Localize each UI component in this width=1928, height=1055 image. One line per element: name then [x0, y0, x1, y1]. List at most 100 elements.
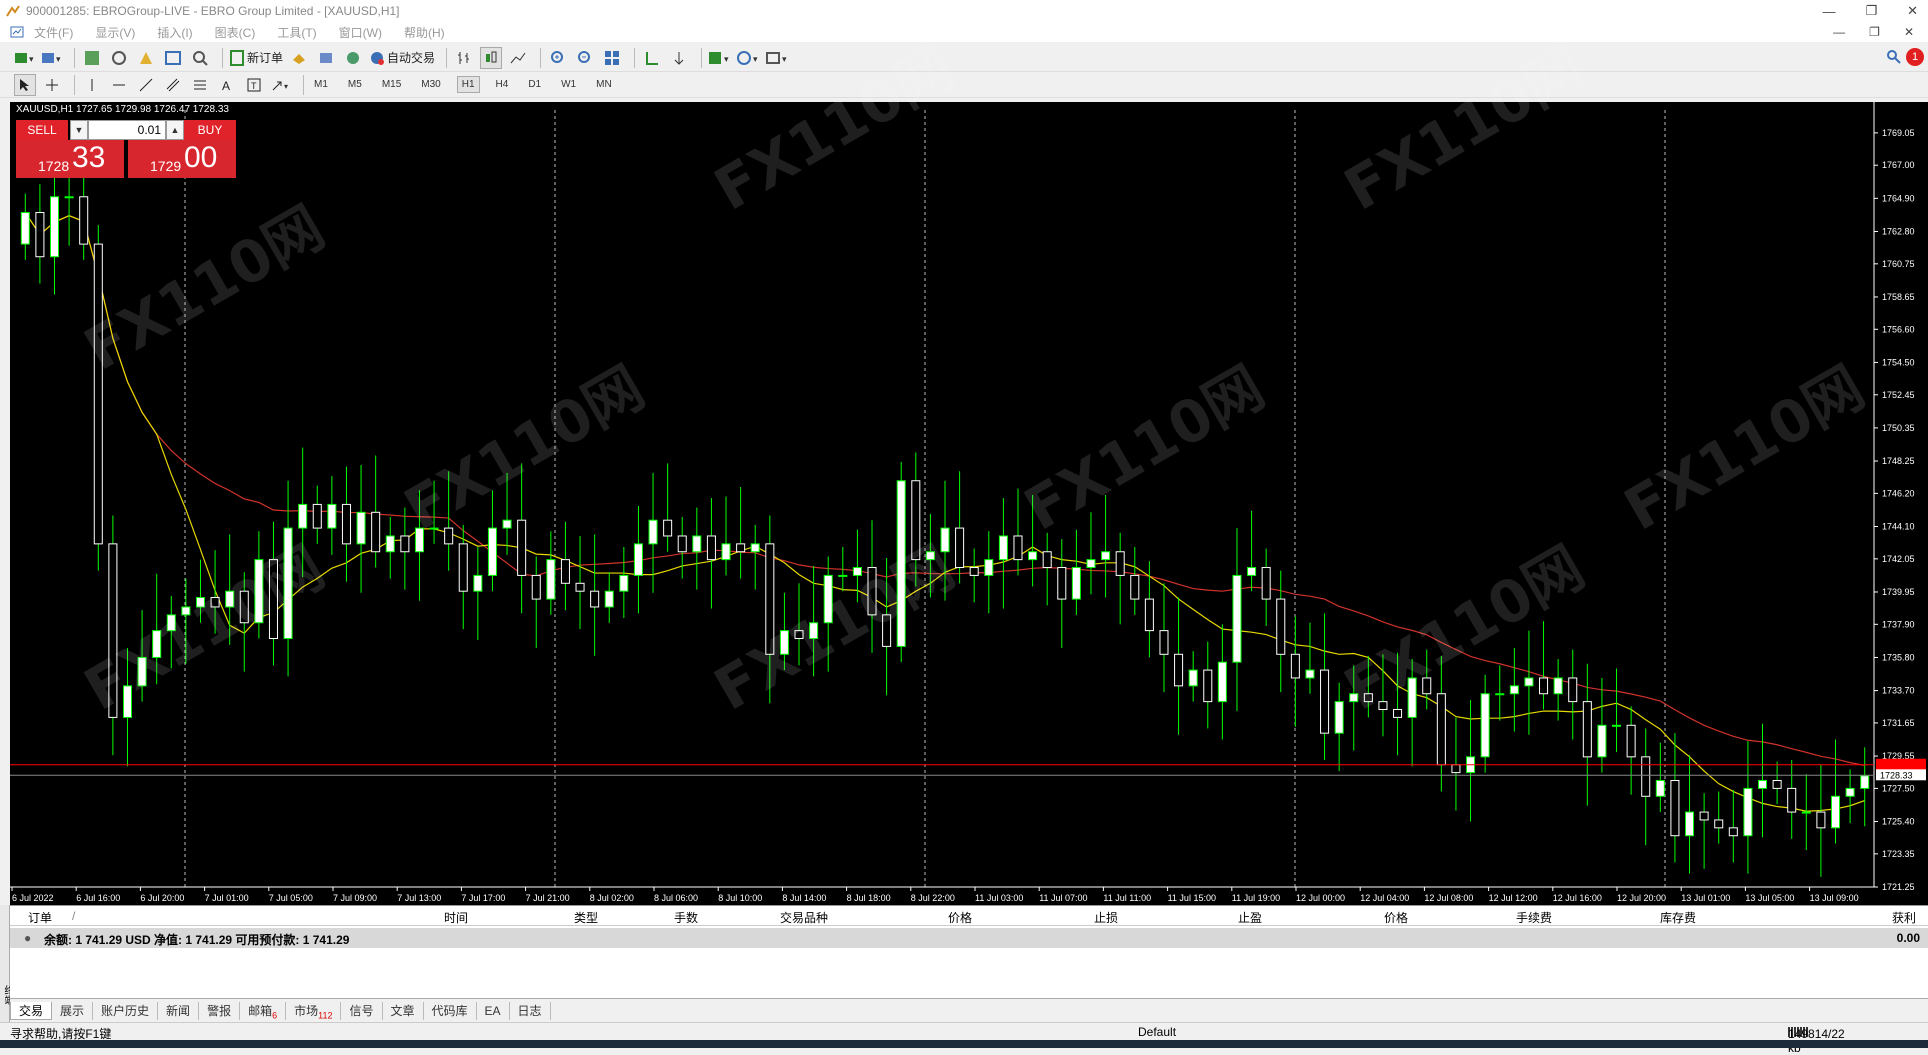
menu-help[interactable]: 帮助(H): [404, 24, 445, 41]
timeframe-h1[interactable]: H1: [456, 76, 480, 93]
crosshair-icon[interactable]: [41, 74, 63, 96]
timeframe-d1[interactable]: D1: [524, 77, 545, 92]
price-chart[interactable]: 1769.05 1767.00 1764.90 1762.80 1760.75 1758.…: [10, 33, 1928, 905]
timeframe-w1[interactable]: W1: [557, 77, 580, 92]
candle-body: [1028, 551, 1038, 561]
timeframe-m5[interactable]: M5: [344, 77, 366, 92]
buy-button[interactable]: BUY: [184, 120, 236, 140]
terminal-icon[interactable]: [162, 47, 184, 69]
text-icon[interactable]: A: [216, 74, 238, 96]
sell-button[interactable]: SELL: [16, 120, 68, 140]
terminal-tab[interactable]: 警报: [199, 1001, 241, 1020]
profiles-button[interactable]: ▾: [41, 47, 63, 69]
data-window-icon[interactable]: [108, 47, 130, 69]
fibonacci-icon[interactable]: [189, 74, 211, 96]
zoom-out-icon[interactable]: [574, 47, 596, 69]
terminal-tab[interactable]: 代码库: [424, 1001, 477, 1020]
restore-button[interactable]: ❐: [1865, 3, 1877, 19]
menu-charts[interactable]: 图表(C): [215, 24, 256, 41]
terminal-tab[interactable]: 市场112: [286, 1001, 342, 1020]
chart-close-button[interactable]: ✕: [1904, 25, 1914, 39]
col-sl[interactable]: 止损: [1094, 909, 1118, 926]
strategy-tester-icon[interactable]: [189, 47, 211, 69]
menu-view[interactable]: 显示(V): [95, 24, 135, 41]
timeframe-m15[interactable]: M15: [378, 77, 405, 92]
col-price[interactable]: 价格: [948, 909, 972, 926]
total-profit: 0.00: [1896, 931, 1920, 945]
timeframe-h4[interactable]: H4: [492, 77, 513, 92]
col-commission[interactable]: 手续费: [1516, 909, 1552, 926]
col-swap[interactable]: 库存费: [1660, 909, 1696, 926]
chart-restore-button[interactable]: ❐: [1869, 25, 1880, 39]
indicators-button[interactable]: ▾: [708, 47, 732, 69]
chart-canvas[interactable]: 1769.05 1767.00 1764.90 1762.80 1760.75 1758.…: [10, 102, 1928, 905]
chart-window-icon[interactable]: [10, 26, 24, 38]
terminal-tab[interactable]: 文章: [383, 1001, 424, 1020]
terminal-tab[interactable]: 信号: [341, 1001, 383, 1020]
auto-trading-button[interactable]: 自动交易: [369, 47, 435, 69]
menu-tools[interactable]: 工具(T): [277, 24, 316, 41]
col-volume[interactable]: 手数: [674, 909, 698, 926]
col-symbol[interactable]: 交易品种: [780, 909, 828, 926]
periods-button[interactable]: ▾: [737, 47, 761, 69]
minimize-button[interactable]: —: [1822, 4, 1835, 19]
lot-decrease-button[interactable]: ▼: [70, 120, 88, 140]
cursor-icon[interactable]: [14, 73, 36, 96]
sell-quote[interactable]: 1728 33: [16, 140, 124, 178]
new-order-button[interactable]: 新订单: [229, 47, 283, 69]
candlestick-icon[interactable]: [480, 46, 503, 69]
chart-minimize-button[interactable]: —: [1833, 25, 1845, 39]
signals-icon[interactable]: [342, 47, 364, 69]
menu-insert[interactable]: 插入(I): [157, 24, 192, 41]
candle-body: [298, 503, 308, 529]
arrows-icon[interactable]: ▾: [270, 74, 292, 96]
balance-row[interactable]: ● 余额: 1 741.29 USD 净值: 1 741.29 可用预付款: 1…: [10, 928, 1928, 948]
search-icon[interactable]: [1886, 49, 1902, 68]
horizontal-line-icon[interactable]: [108, 74, 130, 96]
terminal-tab[interactable]: 展示: [52, 1001, 94, 1020]
col-type[interactable]: 类型: [574, 909, 598, 926]
line-chart-icon[interactable]: [507, 47, 529, 69]
candle-body: [79, 196, 89, 245]
col-profit[interactable]: 获利: [1892, 909, 1916, 926]
col-order[interactable]: 订单: [28, 909, 52, 926]
label-icon[interactable]: T: [243, 74, 265, 96]
channel-icon[interactable]: [162, 74, 184, 96]
lot-increase-button[interactable]: ▲: [166, 120, 184, 140]
col-current-price[interactable]: 价格: [1384, 909, 1408, 926]
terminal-tab[interactable]: EA: [477, 1001, 510, 1020]
menu-window[interactable]: 窗口(W): [339, 24, 382, 41]
sell-price-pips: 33: [72, 141, 106, 174]
col-time[interactable]: 时间: [444, 909, 468, 926]
tile-windows-icon[interactable]: [601, 47, 623, 69]
candle-body: [1612, 724, 1622, 727]
market-watch-icon[interactable]: [81, 47, 103, 69]
notification-badge[interactable]: 1: [1906, 48, 1924, 66]
market-icon[interactable]: [315, 47, 337, 69]
bar-chart-icon[interactable]: [453, 47, 475, 69]
terminal-tab[interactable]: 日志: [510, 1001, 551, 1020]
zoom-in-icon[interactable]: [547, 47, 569, 69]
timeframe-mn[interactable]: MN: [592, 77, 616, 92]
col-tp[interactable]: 止盈: [1238, 909, 1262, 926]
vertical-line-icon[interactable]: [81, 74, 103, 96]
buy-quote[interactable]: 1729 00: [128, 140, 236, 178]
chart-shift-icon[interactable]: [641, 47, 663, 69]
metaeditor-icon[interactable]: [288, 47, 310, 69]
terminal-tab[interactable]: 账户历史: [93, 1001, 159, 1020]
close-button[interactable]: ✕: [1907, 3, 1918, 19]
new-chart-button[interactable]: ▾: [14, 47, 36, 69]
timeframe-m1[interactable]: M1: [310, 77, 332, 92]
lot-size-input[interactable]: 0.01: [88, 120, 166, 140]
timeframe-m30[interactable]: M30: [417, 77, 444, 92]
terminal-tab[interactable]: 邮箱6: [240, 1001, 287, 1020]
terminal-tab[interactable]: 新闻: [158, 1001, 200, 1020]
menu-file[interactable]: 文件(F): [34, 24, 73, 41]
terminal-tab[interactable]: 交易: [10, 1001, 53, 1020]
navigator-icon[interactable]: [135, 47, 157, 69]
candle-body: [911, 480, 921, 561]
connection-status[interactable]: 149814/22 kb: [1788, 1025, 1845, 1055]
templates-button[interactable]: ▾: [766, 47, 790, 69]
trendline-icon[interactable]: [135, 74, 157, 96]
autoscroll-icon[interactable]: [668, 47, 690, 69]
